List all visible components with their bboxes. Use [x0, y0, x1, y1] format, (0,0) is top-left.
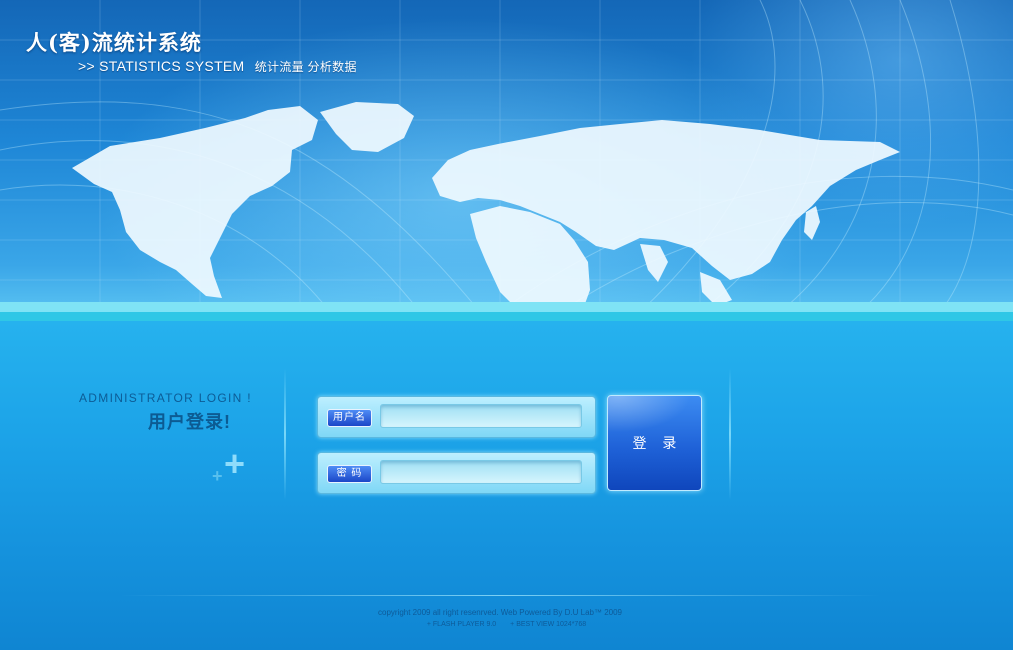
- header-banner: 人(客)流统计系统 >> STATISTICS SYSTEM 统计流量 分析数据: [0, 0, 1013, 312]
- password-input[interactable]: [380, 460, 582, 484]
- best-view-note: + BEST VIEW 1024*768: [510, 621, 587, 628]
- login-button[interactable]: 登 录: [607, 395, 702, 491]
- username-label: 用户名: [327, 409, 372, 427]
- password-row: 密 码: [317, 452, 596, 494]
- username-input[interactable]: [380, 404, 582, 428]
- divider-right: [729, 368, 731, 500]
- subtitle-en: >> STATISTICS SYSTEM: [78, 58, 245, 74]
- app-title: 人(客)流统计系统: [26, 30, 202, 55]
- footer-divider: [120, 595, 880, 596]
- admin-login-heading-cn: 用户登录!: [148, 412, 231, 432]
- password-label: 密 码: [327, 465, 372, 483]
- plus-icon: +: [224, 443, 246, 484]
- flash-player-note: + FLASH PLAYER 9.0: [426, 621, 497, 628]
- subtitle-cn: 统计流量 分析数据: [254, 60, 357, 74]
- plus-icon-small: +: [212, 466, 223, 486]
- footer-requirements: + FLASH PLAYER 9.0 + BEST VIEW 1024*768: [0, 621, 1013, 628]
- username-row: 用户名: [317, 396, 596, 438]
- app-subtitle: >> STATISTICS SYSTEM 统计流量 分析数据: [78, 58, 357, 75]
- header-stripe-teal: [0, 312, 1013, 321]
- header-stripe-light: [0, 302, 1013, 312]
- divider-left: [284, 368, 286, 500]
- admin-login-heading-en: ADMINISTRATOR LOGIN !: [79, 391, 252, 405]
- copyright-text: copyright 2009 all right resenrved. Web …: [378, 608, 622, 617]
